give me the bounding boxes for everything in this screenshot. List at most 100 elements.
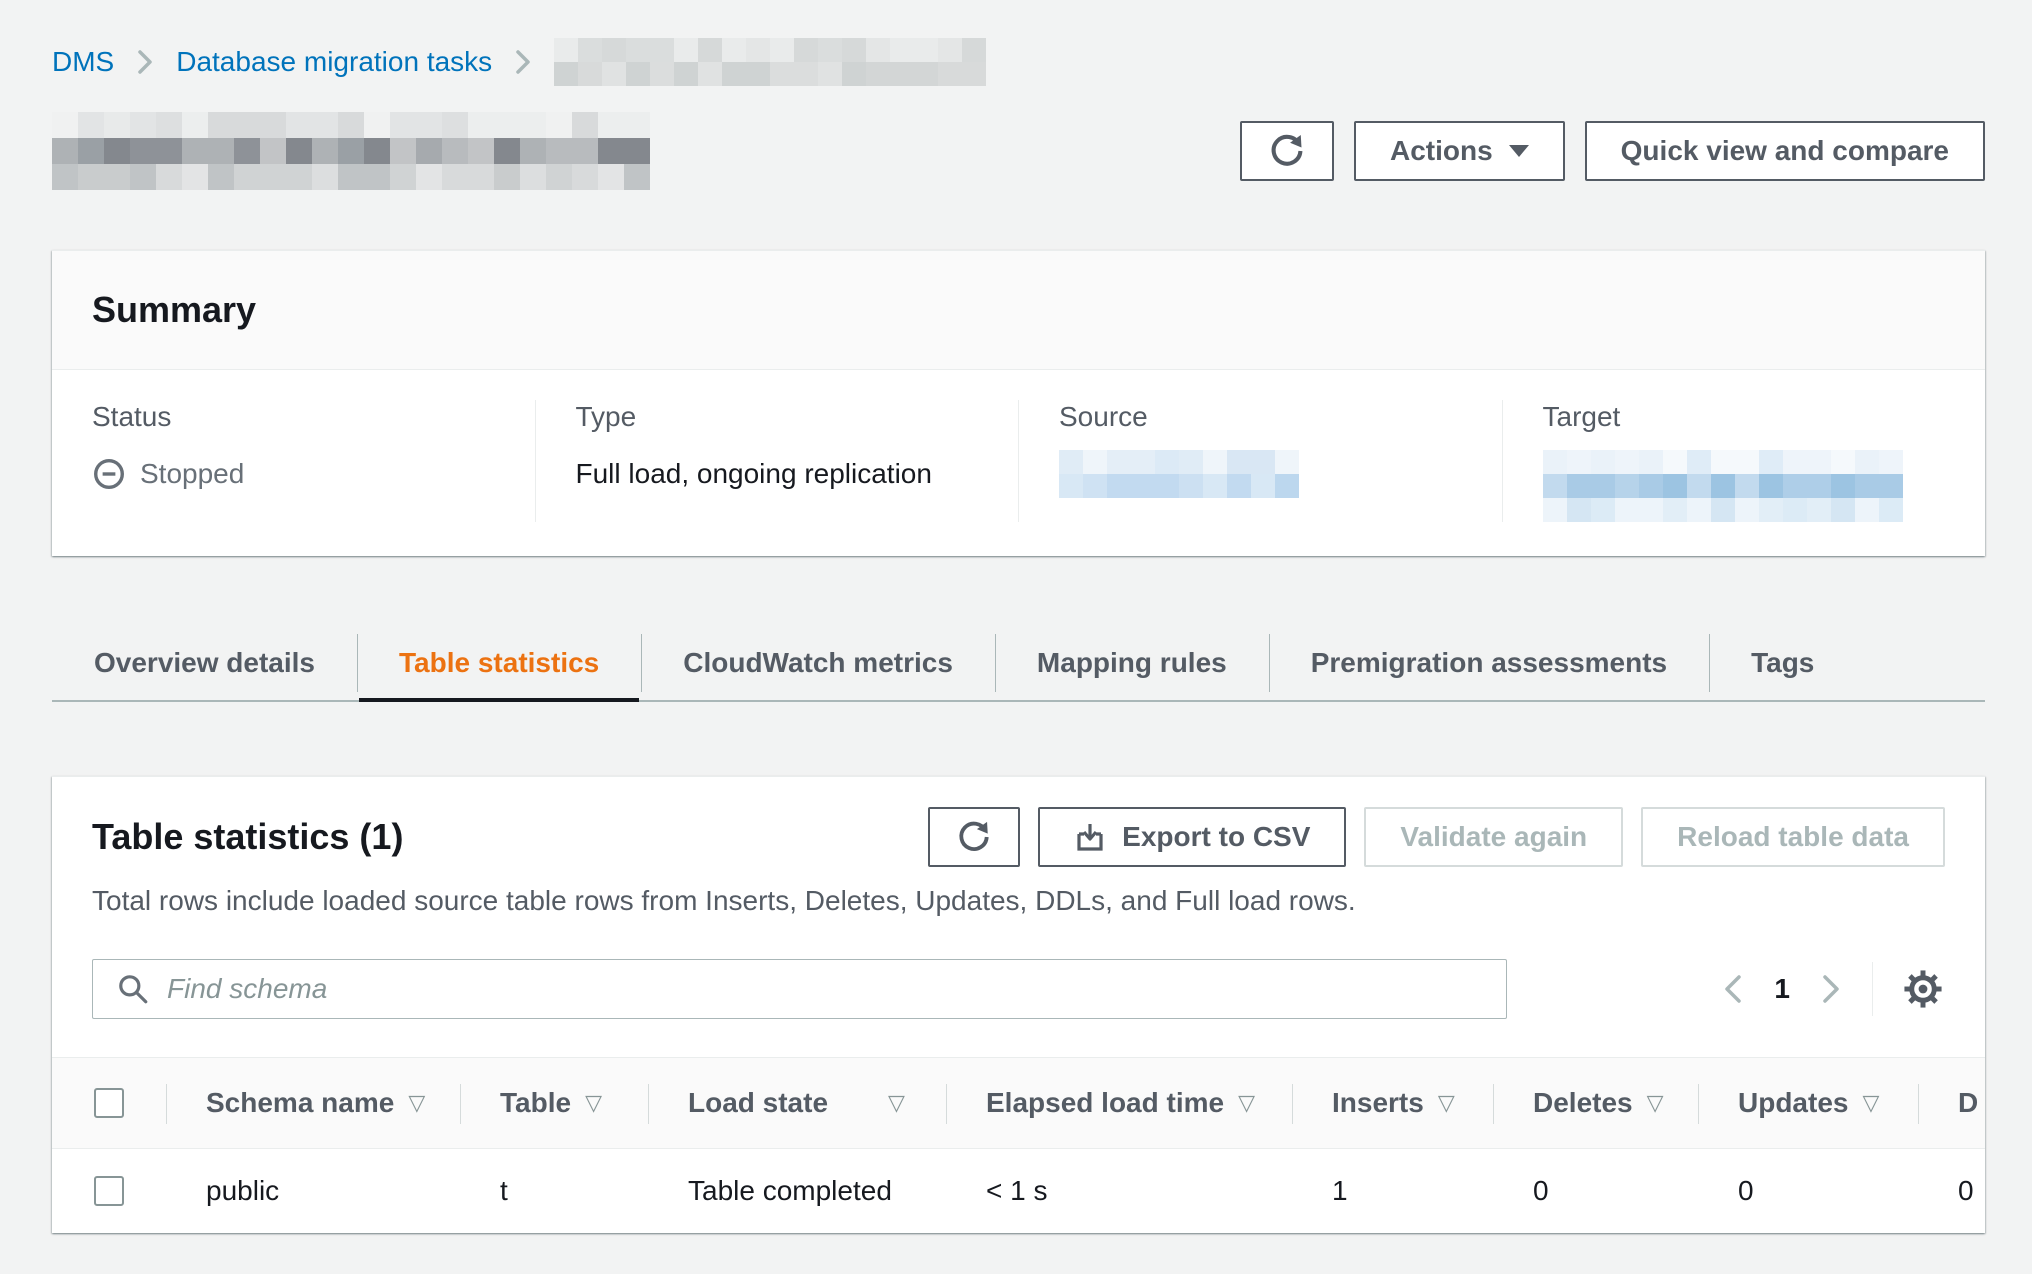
table-statistics-header: Table statistics (1) — [52, 807, 1985, 867]
actions-button[interactable]: Actions — [1354, 121, 1565, 181]
type-value: Full load, ongoing replication — [576, 450, 979, 498]
chevron-right-icon — [1818, 972, 1844, 1006]
table-statistics-card: Table statistics (1) — [52, 776, 1985, 1233]
status-value: Stopped — [92, 457, 244, 491]
tab-premigration-assessments[interactable]: Premigration assessments — [1269, 626, 1709, 700]
next-page-button[interactable] — [1818, 972, 1844, 1006]
refresh-icon — [956, 819, 992, 855]
cell-ddls: 0 — [1918, 1175, 1985, 1207]
chevron-right-icon — [512, 48, 534, 76]
table-row[interactable]: public t Table completed < 1 s 1 0 0 0 — [52, 1149, 1985, 1233]
page-content: DMS Database migration tasks Actions — [52, 0, 1985, 1233]
cell-load-state: Table completed — [648, 1175, 946, 1207]
source-label: Source — [1059, 400, 1462, 434]
cell-deletes: 0 — [1493, 1175, 1698, 1207]
download-icon — [1074, 821, 1106, 853]
export-to-csv-label: Export to CSV — [1122, 821, 1310, 853]
cell-inserts: 1 — [1292, 1175, 1493, 1207]
breadcrumb-current-redacted — [554, 38, 986, 86]
caret-down-icon — [1509, 145, 1529, 157]
refresh-icon — [1268, 132, 1306, 170]
page-header: Actions Quick view and compare — [52, 112, 1985, 190]
table-statistics-description: Total rows include loaded source table r… — [52, 883, 1985, 919]
table-refresh-button[interactable] — [928, 807, 1020, 867]
refresh-button[interactable] — [1240, 121, 1334, 181]
column-header-ddls: D — [1918, 1058, 1985, 1148]
sort-icon[interactable]: ▽ — [1238, 1090, 1255, 1116]
tab-cloudwatch-metrics[interactable]: CloudWatch metrics — [641, 626, 995, 700]
column-header-updates: Updates ▽ — [1698, 1058, 1918, 1148]
summary-card: Summary Status Stopped — [52, 250, 1985, 556]
pagination: 1 — [1720, 962, 1945, 1016]
sort-icon[interactable]: ▽ — [1438, 1090, 1455, 1116]
sort-icon[interactable]: ▽ — [585, 1090, 602, 1116]
actions-button-label: Actions — [1390, 135, 1493, 167]
column-header-inserts: Inserts ▽ — [1292, 1058, 1493, 1148]
table-statistics-table: Schema name ▽ Table ▽ Load state ▽ Elaps… — [52, 1057, 1985, 1233]
column-header-elapsed-load-time: Elapsed load time ▽ — [946, 1058, 1292, 1148]
reload-table-data-button[interactable]: Reload table data — [1641, 807, 1945, 867]
summary-field-status: Status Stopped — [52, 400, 535, 522]
sort-icon[interactable]: ▽ — [888, 1090, 905, 1116]
target-value-redacted[interactable] — [1543, 450, 1903, 522]
type-label: Type — [576, 400, 979, 434]
table-preferences-button[interactable] — [1901, 967, 1945, 1011]
validate-again-button[interactable]: Validate again — [1364, 807, 1623, 867]
tab-mapping-rules[interactable]: Mapping rules — [995, 626, 1269, 700]
summary-field-target: Target — [1502, 400, 1986, 522]
reload-table-data-label: Reload table data — [1677, 821, 1909, 853]
sort-icon[interactable]: ▽ — [1862, 1090, 1879, 1116]
cell-table: t — [460, 1175, 648, 1207]
dms-task-page: { "breadcrumb": { "items": [ { "label": … — [0, 0, 2032, 1274]
pagination-divider — [1872, 962, 1873, 1016]
chevron-right-icon — [134, 48, 156, 76]
column-header-table: Table ▽ — [460, 1058, 648, 1148]
summary-body: Status Stopped Type Full loa — [52, 370, 1985, 556]
summary-field-type: Type Full load, ongoing replication — [535, 400, 1019, 522]
summary-title: Summary — [92, 289, 1945, 331]
status-label: Status — [92, 400, 495, 434]
find-schema-input[interactable] — [92, 959, 1507, 1019]
search-row: 1 — [52, 959, 1985, 1019]
quick-view-compare-label: Quick view and compare — [1621, 135, 1949, 167]
sort-icon[interactable]: ▽ — [408, 1090, 425, 1116]
export-to-csv-button[interactable]: Export to CSV — [1038, 807, 1346, 867]
chevron-left-icon — [1720, 972, 1746, 1006]
target-label: Target — [1543, 400, 1946, 434]
tab-table-statistics[interactable]: Table statistics — [357, 626, 641, 700]
table-statistics-buttons: Export to CSV Validate again Reload tabl… — [928, 807, 1945, 867]
gear-icon — [1901, 967, 1945, 1011]
column-header-load-state: Load state ▽ — [648, 1058, 946, 1148]
column-header-schema-name: Schema name ▽ — [166, 1058, 460, 1148]
current-page-number[interactable]: 1 — [1774, 973, 1790, 1005]
sort-icon[interactable]: ▽ — [1647, 1090, 1664, 1116]
cell-elapsed-load-time: < 1 s — [946, 1175, 1292, 1207]
page-title-redacted — [52, 112, 650, 190]
table-statistics-title: Table statistics (1) — [92, 816, 403, 858]
search-box — [92, 959, 1507, 1019]
search-icon — [116, 972, 150, 1006]
status-text: Stopped — [140, 458, 244, 490]
cell-updates: 0 — [1698, 1175, 1918, 1207]
tab-bar: Overview details Table statistics CloudW… — [52, 626, 1985, 702]
summary-field-source: Source — [1018, 400, 1502, 522]
quick-view-compare-button[interactable]: Quick view and compare — [1585, 121, 1985, 181]
header-buttons: Actions Quick view and compare — [1240, 121, 1985, 181]
select-all-cell — [52, 1058, 166, 1148]
row-select-cell — [52, 1176, 166, 1206]
breadcrumb: DMS Database migration tasks — [52, 0, 1985, 86]
table-header-row: Schema name ▽ Table ▽ Load state ▽ Elaps… — [52, 1057, 1985, 1149]
previous-page-button[interactable] — [1720, 972, 1746, 1006]
source-value-redacted[interactable] — [1059, 450, 1299, 498]
breadcrumb-link-tasks[interactable]: Database migration tasks — [176, 46, 492, 78]
tab-overview-details[interactable]: Overview details — [52, 626, 357, 700]
cell-schema-name: public — [166, 1175, 460, 1207]
breadcrumb-link-dms[interactable]: DMS — [52, 46, 114, 78]
summary-card-header: Summary — [52, 251, 1985, 370]
tab-tags[interactable]: Tags — [1709, 626, 1856, 700]
stopped-icon — [92, 457, 126, 491]
validate-again-label: Validate again — [1400, 821, 1587, 853]
column-header-deletes: Deletes ▽ — [1493, 1058, 1698, 1148]
row-checkbox[interactable] — [94, 1176, 124, 1206]
select-all-checkbox[interactable] — [94, 1088, 124, 1118]
